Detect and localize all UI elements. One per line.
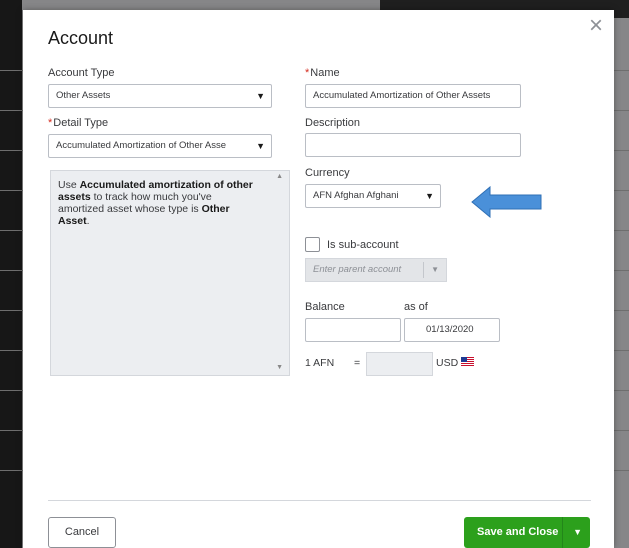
currency-label: Currency bbox=[305, 167, 350, 179]
detail-type-select[interactable]: Accumulated Amortization of Other Asse ▼ bbox=[48, 134, 272, 158]
detail-type-label-text: Detail Type bbox=[53, 117, 109, 129]
account-type-value: Other Assets bbox=[56, 90, 111, 101]
split-divider bbox=[562, 517, 563, 548]
balance-label: Balance bbox=[305, 301, 345, 313]
currency-value: AFN Afghan Afghani bbox=[313, 190, 399, 201]
annotation-arrow-icon bbox=[471, 186, 542, 218]
detail-type-help-box[interactable]: Use Accumulated amortization of other as… bbox=[50, 170, 290, 376]
close-icon[interactable]: × bbox=[589, 12, 603, 40]
chevron-down-icon: ▼ bbox=[256, 91, 265, 101]
exchange-rate-input[interactable] bbox=[366, 352, 433, 376]
detail-type-help-text: Use Accumulated amortization of other as… bbox=[58, 179, 253, 227]
detail-type-value: Accumulated Amortization of Other Asse bbox=[56, 140, 227, 151]
exchange-from: 1 AFN bbox=[305, 357, 335, 369]
balance-input[interactable] bbox=[305, 318, 401, 342]
scroll-down-icon[interactable]: ▼ bbox=[276, 364, 283, 371]
as-of-date-input[interactable]: 01/13/2020 bbox=[404, 318, 500, 342]
sub-account-label: Is sub-account bbox=[327, 239, 399, 251]
parent-account-placeholder: Enter parent account bbox=[313, 264, 402, 275]
dialog-title: Account bbox=[48, 28, 114, 48]
us-flag-icon bbox=[461, 357, 474, 366]
name-label-text: Name bbox=[310, 67, 340, 79]
name-label: *Name bbox=[305, 67, 340, 79]
account-dialog: Account × Account Type Other Assets ▼ *D… bbox=[23, 10, 614, 548]
parent-account-select[interactable]: Enter parent account ▼ bbox=[305, 258, 447, 282]
currency-select[interactable]: AFN Afghan Afghani ▼ bbox=[305, 184, 441, 208]
required-marker: * bbox=[305, 67, 310, 79]
select-divider bbox=[423, 262, 424, 278]
as-of-label: as of bbox=[404, 301, 428, 313]
chevron-down-icon: ▼ bbox=[256, 141, 265, 151]
account-type-label: Account Type bbox=[48, 67, 115, 79]
scroll-up-icon[interactable]: ▲ bbox=[276, 173, 283, 180]
description-label: Description bbox=[305, 117, 361, 129]
chevron-down-icon[interactable]: ▼ bbox=[573, 517, 582, 548]
account-type-select[interactable]: Other Assets ▼ bbox=[48, 84, 272, 108]
cancel-button[interactable]: Cancel bbox=[48, 517, 116, 548]
sub-account-checkbox[interactable] bbox=[305, 237, 320, 252]
exchange-to: USD bbox=[436, 357, 459, 369]
name-input[interactable]: Accumulated Amortization of Other Assets bbox=[305, 84, 521, 108]
save-and-close-label: Save and Close bbox=[477, 526, 559, 538]
footer-divider bbox=[48, 500, 591, 501]
chevron-down-icon: ▼ bbox=[425, 191, 434, 201]
required-marker: * bbox=[48, 117, 53, 129]
save-and-close-button[interactable]: Save and Close ▼ bbox=[464, 517, 590, 548]
detail-type-label: *Detail Type bbox=[48, 117, 108, 129]
exchange-equals: = bbox=[354, 357, 361, 369]
chevron-down-icon: ▼ bbox=[431, 265, 439, 274]
description-input[interactable] bbox=[305, 133, 521, 157]
